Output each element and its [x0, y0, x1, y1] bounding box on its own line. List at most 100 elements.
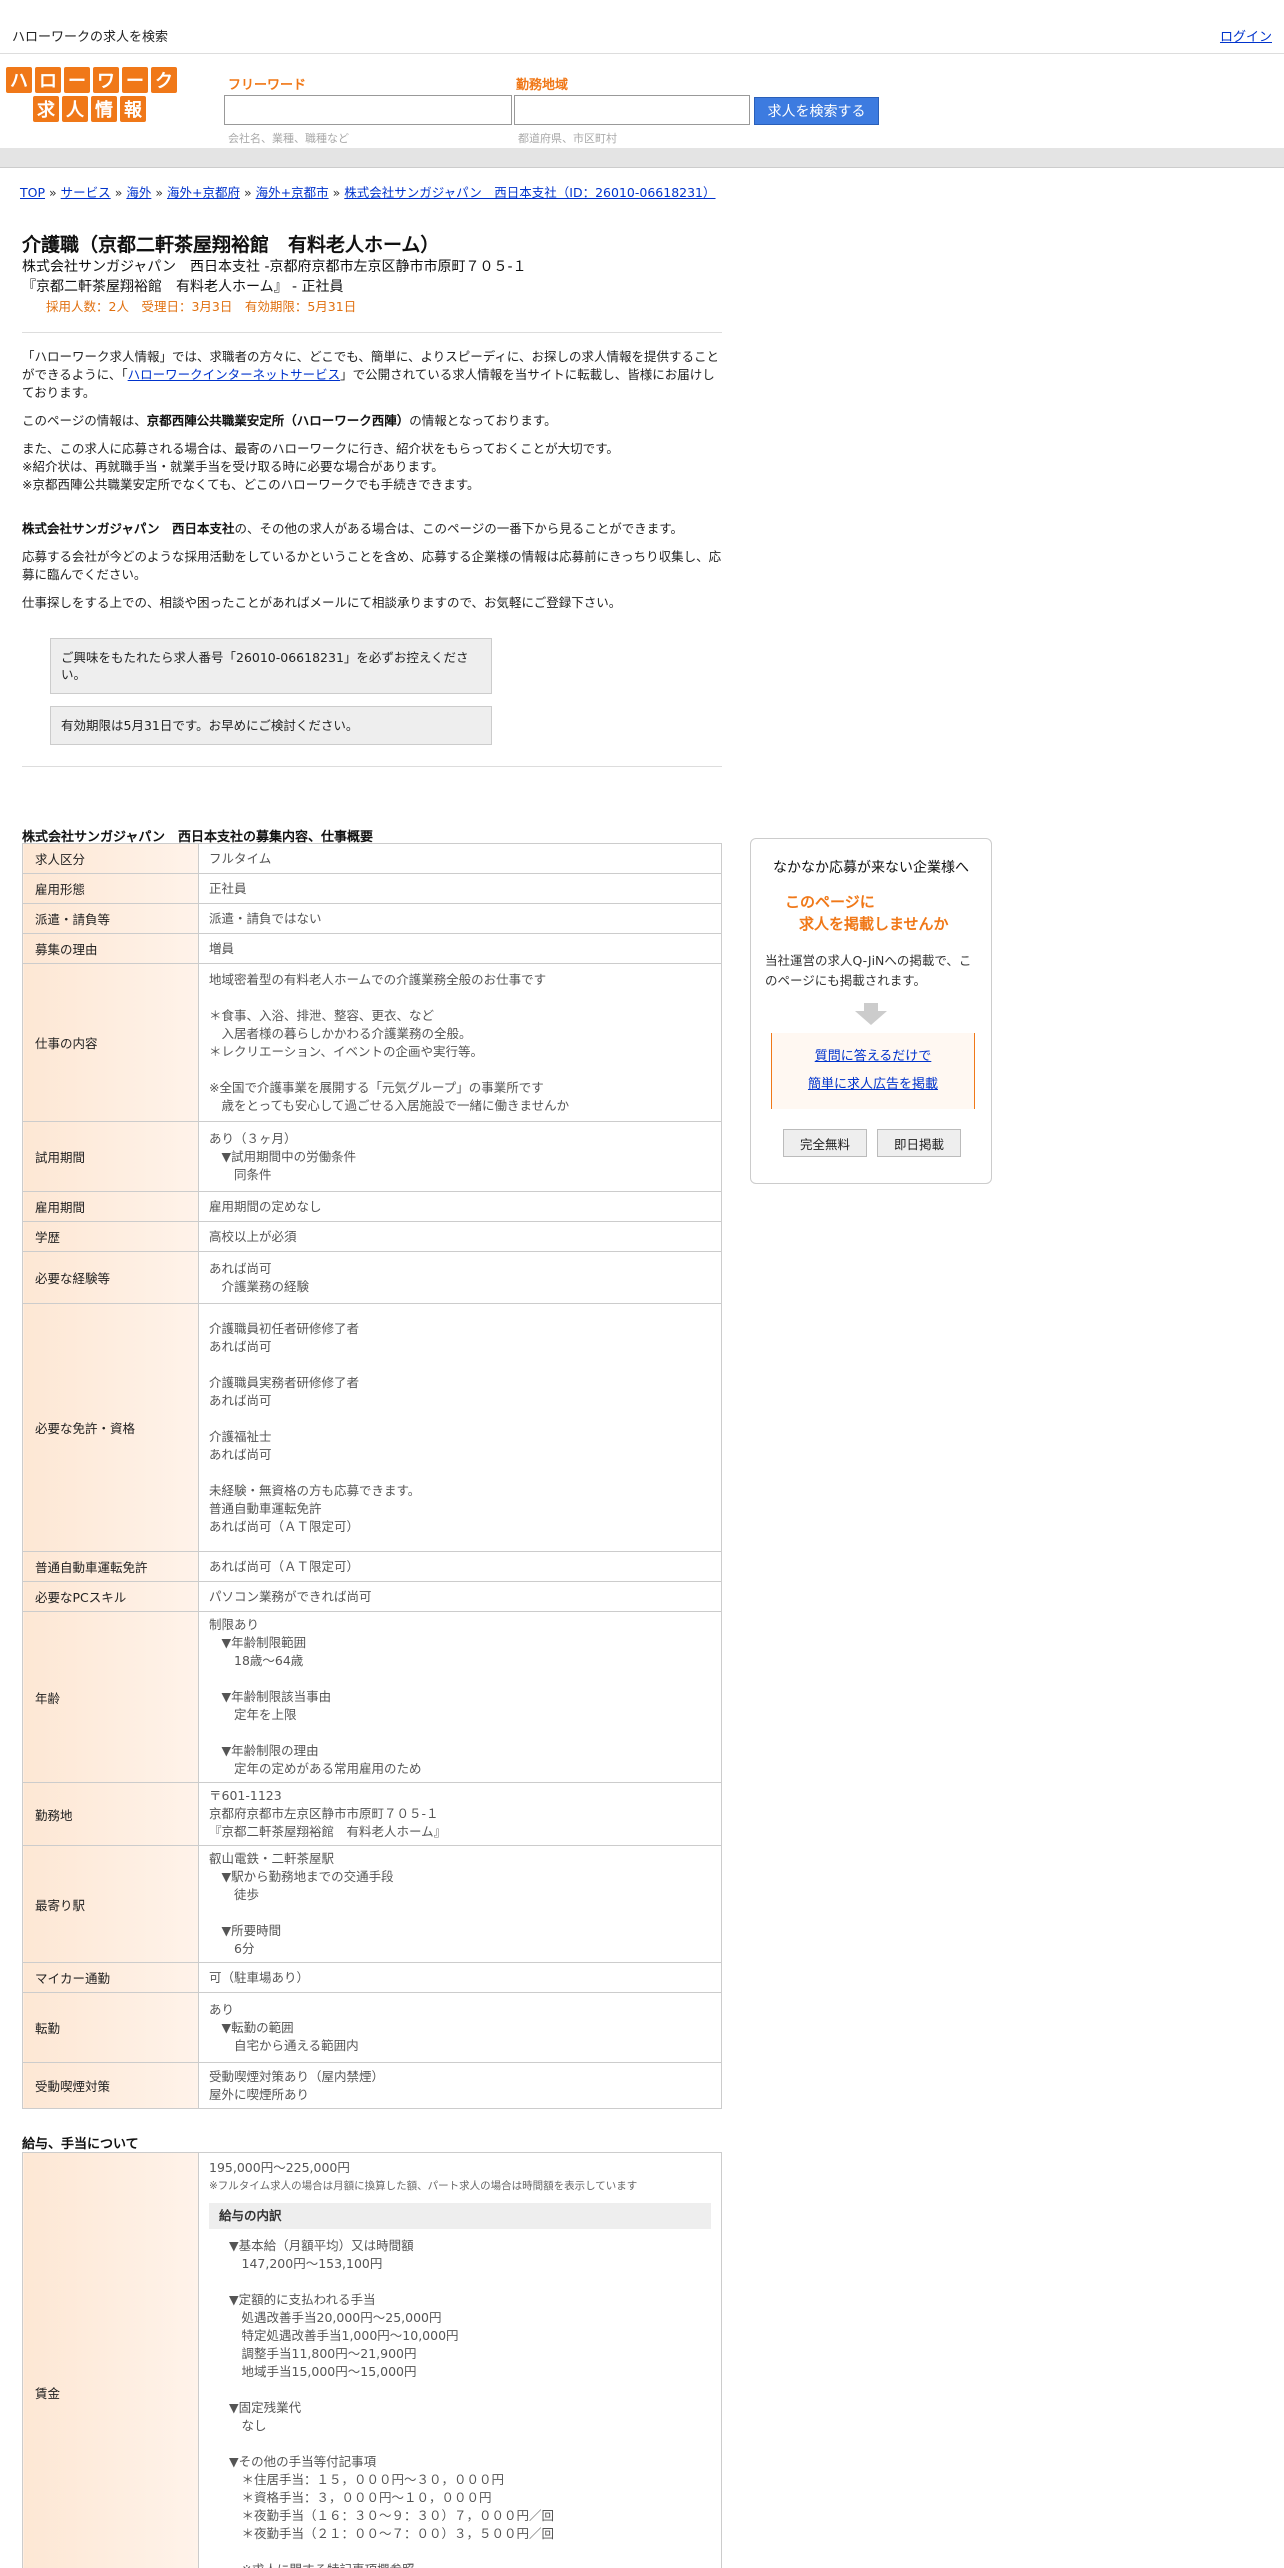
job-title: 介護職（京都二軒茶屋翔裕館 有料老人ホーム）	[22, 234, 440, 256]
intro-paragraph-5: 応募する会社が今どのような採用活動をしているかということを含め、応募する企業様の…	[22, 549, 722, 582]
post-job-ad: なかなか応募が来ない企業様へ このページに 求人を掲載しませんか 当社運営の求人…	[750, 838, 992, 1184]
table-row: マイカー通勤 可（駐車場あり）	[22, 1962, 722, 1993]
breadcrumb-top[interactable]: TOP	[20, 185, 45, 200]
logo-char: ワ	[93, 67, 119, 93]
area-label: 勤務地域	[516, 78, 569, 93]
intro-text: の、その他の求人がある場合は、このページの一番下から見ることができます。	[234, 521, 684, 536]
table-row: 試用期間 あり（３ヶ月） ▼試用期間中の労働条件 同条件	[22, 1121, 722, 1192]
area-hint: 都道府県、市区町村	[518, 132, 617, 145]
logo-char: 報	[120, 96, 146, 122]
keyword-hint: 会社名、業種、職種など	[228, 132, 349, 145]
intro-text: このページの情報は、	[22, 413, 147, 428]
table-row: 必要な免許・資格 介護職員初任者研修修了者 あれば尚可 介護職員実務者研修修了者 …	[22, 1303, 722, 1552]
row-value: 正社員	[198, 873, 722, 904]
table-row: 求人区分 フルタイム	[22, 843, 722, 874]
table-row: 賃金 195,000円〜225,000円 ※フルタイム求人の場合は月額に換算した…	[22, 2152, 722, 2568]
area-input[interactable]	[514, 95, 750, 125]
table-row: 普通自動車運転免許 あれば尚可（ＡＴ限定可）	[22, 1551, 722, 1582]
logo-row-bottom: 求人情報	[6, 96, 180, 122]
row-label: 必要な免許・資格	[22, 1303, 199, 1552]
ad-link-answer-questions[interactable]: 質問に答えるだけで	[772, 1045, 974, 1064]
row-label: 募集の理由	[22, 933, 199, 964]
intro-text: ※紹介状は、再就職手当・就業手当を受け取る時に必要な場合があります。	[22, 459, 444, 474]
row-label: 学歴	[22, 1221, 199, 1252]
row-value: 雇用期間の定めなし	[198, 1191, 722, 1222]
breadcrumb-overseas-kyoto-city[interactable]: 海外+京都市	[256, 185, 329, 200]
row-value: 可（駐車場あり）	[198, 1962, 722, 1993]
table-row: 年齢 制限あり ▼年齢制限範囲 18歳〜64歳 ▼年齢制限該当事由 定年を上限 ▼…	[22, 1611, 722, 1783]
row-label: 仕事の内容	[22, 963, 199, 1122]
breadcrumb-current[interactable]: 株式会社サンガジャパン 西日本支社（ID：26010-06618231）	[344, 185, 715, 200]
table-row: 最寄り駅 叡山電鉄・二軒茶屋駅 ▼駅から勤務地までの交通手段 徒歩 ▼所要時間 6…	[22, 1845, 722, 1963]
office-name: 京都西陣公共職業安定所（ハローワーク西陣）	[146, 413, 410, 428]
logo-char: ク	[151, 67, 177, 93]
logo-char: ロ	[35, 67, 61, 93]
table-row: 必要なPCスキル パソコン業務ができれば尚可	[22, 1581, 722, 1612]
search-button[interactable]: 求人を検索する	[754, 97, 879, 125]
logo-char: 人	[62, 96, 88, 122]
ad-catch-line-2: 求人を掲載しませんか	[799, 915, 949, 933]
wage-breakdown-title: 給与の内訳	[209, 2203, 711, 2229]
intro-paragraph-2: このページの情報は、京都西陣公共職業安定所（ハローワーク西陣）の情報となっており…	[22, 412, 722, 430]
breadcrumb-overseas[interactable]: 海外	[126, 185, 151, 200]
row-value: あれば尚可（ＡＴ限定可）	[198, 1551, 722, 1582]
row-value: 派遣・請負ではない	[198, 903, 722, 934]
header-divider-bar	[0, 148, 1284, 168]
ad-catch-line-1: このページに	[785, 893, 875, 911]
table-row: 雇用形態 正社員	[22, 873, 722, 904]
row-value: 受動喫煙対策あり（屋内禁煙） 屋外に喫煙所あり	[198, 2062, 722, 2109]
intro-text: の情報となっております。	[409, 413, 557, 428]
wage-value: 195,000円〜225,000円 ※フルタイム求人の場合は月額に換算した額、パ…	[198, 2152, 722, 2568]
intro-paragraph-3: また、この求人に応募される場合は、最寄のハローワークに行き、紹介状をもらっておく…	[22, 440, 722, 494]
intro-text: また、この求人に応募される場合は、最寄のハローワークに行き、紹介状をもらっておく…	[22, 441, 619, 456]
row-value: 〒601-1123 京都府京都市左京区静市市原町７０５-１ 『京都二軒茶屋翔裕館…	[198, 1782, 722, 1846]
row-label: 年齢	[22, 1611, 199, 1783]
job-summary-table: 求人区分 フルタイム 雇用形態 正社員 派遣・請負等 派遣・請負ではない 募集の理由 増員 仕事…	[22, 843, 722, 2109]
ad-links-box: 質問に答えるだけで 簡単に求人広告を掲載	[771, 1033, 975, 1109]
table-row: 転勤 あり ▼転勤の範囲 自宅から通える範囲内	[22, 1992, 722, 2063]
hellowork-logo[interactable]: ハローワーク 求人情報	[6, 67, 180, 123]
logo-char: 情	[91, 96, 117, 122]
row-label: 受動喫煙対策	[22, 2062, 199, 2109]
wage-breakdown: ▼基本給（月額平均）又は時間額 147,200円〜153,100円 ▼定額的に支…	[229, 2238, 555, 2568]
search-header: ハローワーク 求人情報 フリーワード 勤務地域 求人を検索する 会社名、業種、職…	[0, 55, 1284, 148]
table-row: 学歴 高校以上が必須	[22, 1221, 722, 1252]
row-value: 叡山電鉄・二軒茶屋駅 ▼駅から勤務地までの交通手段 徒歩 ▼所要時間 6分	[198, 1845, 722, 1963]
row-label: 雇用期間	[22, 1191, 199, 1222]
free-button[interactable]: 完全無料	[783, 1129, 867, 1157]
arrow-down-icon	[855, 1003, 887, 1025]
table-row: 仕事の内容 地域密着型の有料老人ホームでの介護業務全般のお仕事です ＊食事、入浴、…	[22, 963, 722, 1122]
row-value: あり ▼転勤の範囲 自宅から通える範囲内	[198, 1992, 722, 2063]
login-link[interactable]: ログイン	[1220, 26, 1272, 45]
intro-paragraph-1: 「ハローワーク求人情報」では、求職者の方々に、どこでも、簡単に、よりスピーディに…	[22, 348, 722, 402]
row-value: 増員	[198, 933, 722, 964]
divider	[22, 332, 722, 333]
breadcrumb-service[interactable]: サービス	[61, 185, 111, 200]
row-label: 勤務地	[22, 1782, 199, 1846]
wage-range: 195,000円〜225,000円	[209, 2160, 350, 2175]
row-value: あり（３ヶ月） ▼試用期間中の労働条件 同条件	[198, 1121, 722, 1192]
row-label: 試用期間	[22, 1121, 199, 1192]
logo-char: ハ	[6, 67, 32, 93]
divider	[22, 766, 722, 767]
intro-paragraph-6: 仕事探しをする上での、相談や困ったことがあればメールにて相談承りますので、お気軽…	[22, 595, 622, 610]
intro-text: ※京都西陣公共職業安定所でなくても、どこのハローワークでも手続きできます。	[22, 477, 480, 492]
wage-table: 賃金 195,000円〜225,000円 ※フルタイム求人の場合は月額に換算した…	[22, 2152, 722, 2568]
row-value: あれば尚可 介護業務の経験	[198, 1251, 722, 1304]
company-name-bold: 株式会社サンガジャパン 西日本支社	[22, 521, 235, 536]
table-row: 受動喫煙対策 受動喫煙対策あり（屋内禁煙） 屋外に喫煙所あり	[22, 2062, 722, 2109]
keyword-input[interactable]	[224, 95, 512, 125]
breadcrumb-overseas-kyoto-pref[interactable]: 海外+京都府	[167, 185, 240, 200]
row-value: 制限あり ▼年齢制限範囲 18歳〜64歳 ▼年齢制限該当事由 定年を上限 ▼年齢…	[198, 1611, 722, 1783]
workplace-line: 『京都二軒茶屋翔裕館 有料老人ホーム』 - 正社員	[22, 279, 344, 295]
row-label: 雇用形態	[22, 873, 199, 904]
expiry-notice: 有効期限は5月31日です。お早めにご検討ください。	[50, 706, 492, 745]
row-label: 最寄り駅	[22, 1845, 199, 1963]
same-day-button[interactable]: 即日掲載	[877, 1129, 961, 1157]
table-row: 勤務地 〒601-1123 京都府京都市左京区静市市原町７０５-１ 『京都二軒茶屋…	[22, 1782, 722, 1846]
wage-section-title: 給与、手当について	[22, 2137, 139, 2152]
row-label: マイカー通勤	[22, 1962, 199, 1993]
ad-link-post-ad[interactable]: 簡単に求人広告を掲載	[772, 1073, 974, 1092]
hellowork-internet-service-link[interactable]: ハローワークインターネットサービス	[128, 367, 341, 382]
company-line: 株式会社サンガジャパン 西日本支社 -京都府京都市左京区静市市原町７０５-１	[22, 259, 527, 275]
